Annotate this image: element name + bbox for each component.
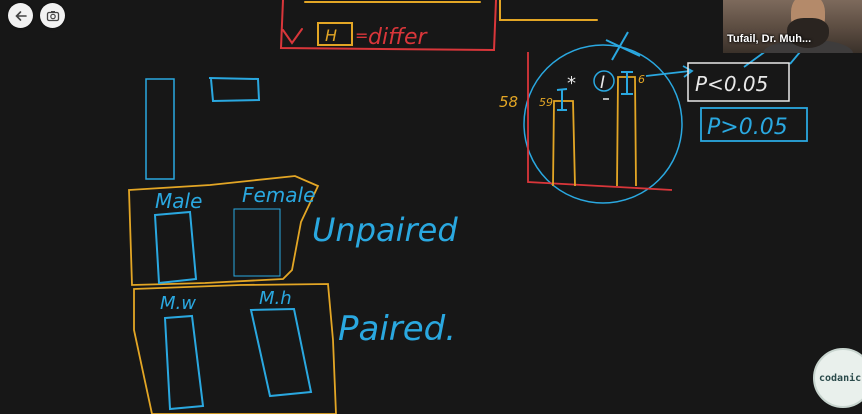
mw-bar: [163, 314, 205, 411]
logo-text: codanics: [819, 372, 862, 384]
p-greater-label: P>0.05: [707, 115, 788, 140]
h1-label: H: [325, 26, 337, 45]
bar-left: [552, 100, 576, 187]
male-label: Male: [155, 189, 202, 213]
camera-switch-button[interactable]: [40, 3, 65, 28]
mw-label: M.w: [160, 293, 196, 314]
arrow-to-p: [645, 65, 694, 78]
male-bar: [153, 210, 198, 285]
error-bar-right: [621, 71, 633, 95]
error-bar-left: [556, 88, 568, 111]
whiteboard-drawing: H = differ Male Female Unpaired M.w M.h …: [128, 0, 808, 414]
p-less-label: P<0.05: [695, 72, 768, 96]
camera-switch-icon: [46, 10, 59, 21]
plot-circle: [523, 44, 683, 204]
equals-mark: =: [355, 26, 368, 45]
bar-right-label: 6: [638, 73, 645, 86]
female-bar: [233, 208, 281, 277]
unpaired-label: Unpaired: [312, 211, 458, 249]
blue-rect-tall: [145, 78, 175, 180]
star-mark: *: [567, 73, 576, 94]
paired-label: Paired.: [338, 309, 456, 349]
mh-bar: [249, 307, 313, 398]
differ-label: differ: [368, 25, 428, 50]
participant-video-tile[interactable]: Tufail, Dr. Muh...: [723, 0, 862, 53]
blue-rect-small: [208, 77, 261, 103]
whiteboard-canvas[interactable]: H = differ Male Female Unpaired M.w M.h …: [0, 0, 862, 414]
female-label: Female: [242, 183, 315, 207]
back-button[interactable]: [8, 3, 33, 28]
bar-left-label: 59: [539, 96, 553, 109]
participant-name: Tufail, Dr. Muh...: [727, 33, 812, 45]
mid-label: I: [600, 73, 605, 93]
y-value-label: 58: [499, 93, 518, 111]
mh-label: M.h: [259, 288, 292, 309]
arrow-left-icon: [14, 10, 27, 21]
